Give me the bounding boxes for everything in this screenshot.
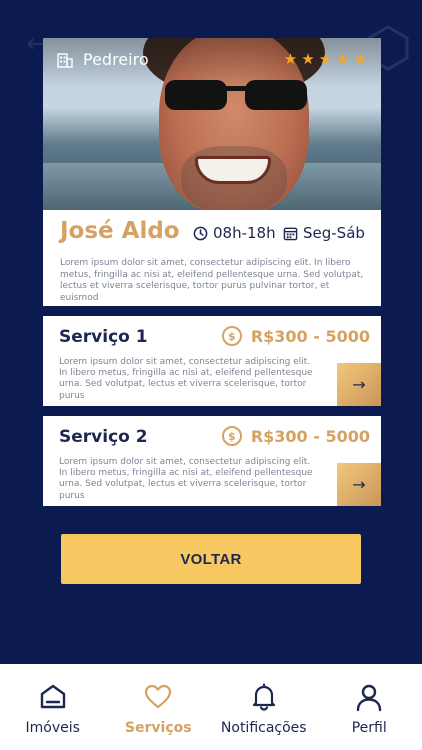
working-days: Seg-Sáb bbox=[283, 224, 365, 242]
money-icon: $ bbox=[221, 426, 242, 446]
service-price-label: R$300 - 5000 bbox=[250, 326, 370, 346]
arrow-right-icon: → bbox=[352, 375, 366, 394]
service-card[interactable]: Serviço 1 $ R$300 - 5000 Lorem ipsum dol… bbox=[43, 316, 381, 406]
back-button[interactable]: VOLTAR bbox=[61, 534, 361, 584]
star-icon: ★ bbox=[283, 50, 298, 68]
nav-item-imoveis[interactable]: Imóveis bbox=[0, 664, 106, 750]
photo-smile bbox=[195, 156, 271, 184]
service-open-button[interactable]: → bbox=[337, 363, 381, 406]
role-label: Pedreiro bbox=[83, 50, 149, 69]
role-tag: Pedreiro bbox=[57, 50, 149, 69]
nav-label: Imóveis bbox=[25, 720, 80, 736]
heart-icon bbox=[145, 684, 172, 709]
service-title: Serviço 2 bbox=[59, 427, 148, 447]
star-icon: ★ bbox=[353, 50, 367, 68]
rating-stars: ★ ★ ★ ★ ★ bbox=[284, 51, 367, 67]
working-hours: 08h-18h bbox=[193, 224, 276, 242]
professional-photo: Pedreiro ★ ★ ★ ★ ★ bbox=[43, 38, 381, 210]
nav-label: Perfil bbox=[351, 720, 387, 736]
service-price: $ R$300 - 5000 bbox=[221, 326, 370, 346]
calendar-icon bbox=[283, 227, 298, 240]
home-icon bbox=[40, 684, 65, 709]
professional-info: José Aldo 08h-18h Seg-Sáb Lorem ipsum do… bbox=[43, 210, 381, 306]
working-hours-label: 08h-18h bbox=[213, 224, 276, 242]
nav-item-notificacoes[interactable]: Notificações bbox=[211, 664, 317, 750]
star-icon: ★ bbox=[301, 50, 315, 68]
service-price-label: R$300 - 5000 bbox=[250, 426, 370, 446]
clock-icon bbox=[193, 226, 208, 240]
nav-label: Notificações bbox=[220, 720, 307, 736]
professional-card: Pedreiro ★ ★ ★ ★ ★ José Aldo 08h-18h Seg… bbox=[43, 38, 381, 306]
nav-item-servicos[interactable]: Serviços bbox=[106, 664, 212, 750]
nav-item-perfil[interactable]: Perfil bbox=[317, 664, 422, 750]
working-days-label: Seg-Sáb bbox=[303, 224, 365, 242]
bell-icon bbox=[252, 683, 275, 711]
building-icon bbox=[57, 52, 73, 68]
service-description: Lorem ipsum dolor sit amet, consectetur … bbox=[59, 357, 313, 401]
arrow-right-icon: → bbox=[352, 475, 366, 494]
professional-description: Lorem ipsum dolor sit amet, consectetur … bbox=[60, 258, 364, 303]
service-title: Serviço 1 bbox=[59, 327, 148, 347]
money-icon: $ bbox=[221, 326, 242, 346]
star-icon: ★ bbox=[318, 50, 333, 68]
service-description: Lorem ipsum dolor sit amet, consectetur … bbox=[59, 457, 313, 501]
professional-name: José Aldo bbox=[60, 218, 180, 244]
user-icon bbox=[357, 684, 382, 712]
star-icon: ★ bbox=[336, 50, 350, 68]
service-price: $ R$300 - 5000 bbox=[221, 426, 370, 446]
bottom-nav: Imóveis Serviços Notificações Perfil bbox=[0, 664, 422, 750]
service-open-button[interactable]: → bbox=[337, 463, 381, 506]
service-card[interactable]: Serviço 2 $ R$300 - 5000 Lorem ipsum dol… bbox=[43, 416, 381, 506]
nav-label: Serviços bbox=[124, 720, 192, 736]
